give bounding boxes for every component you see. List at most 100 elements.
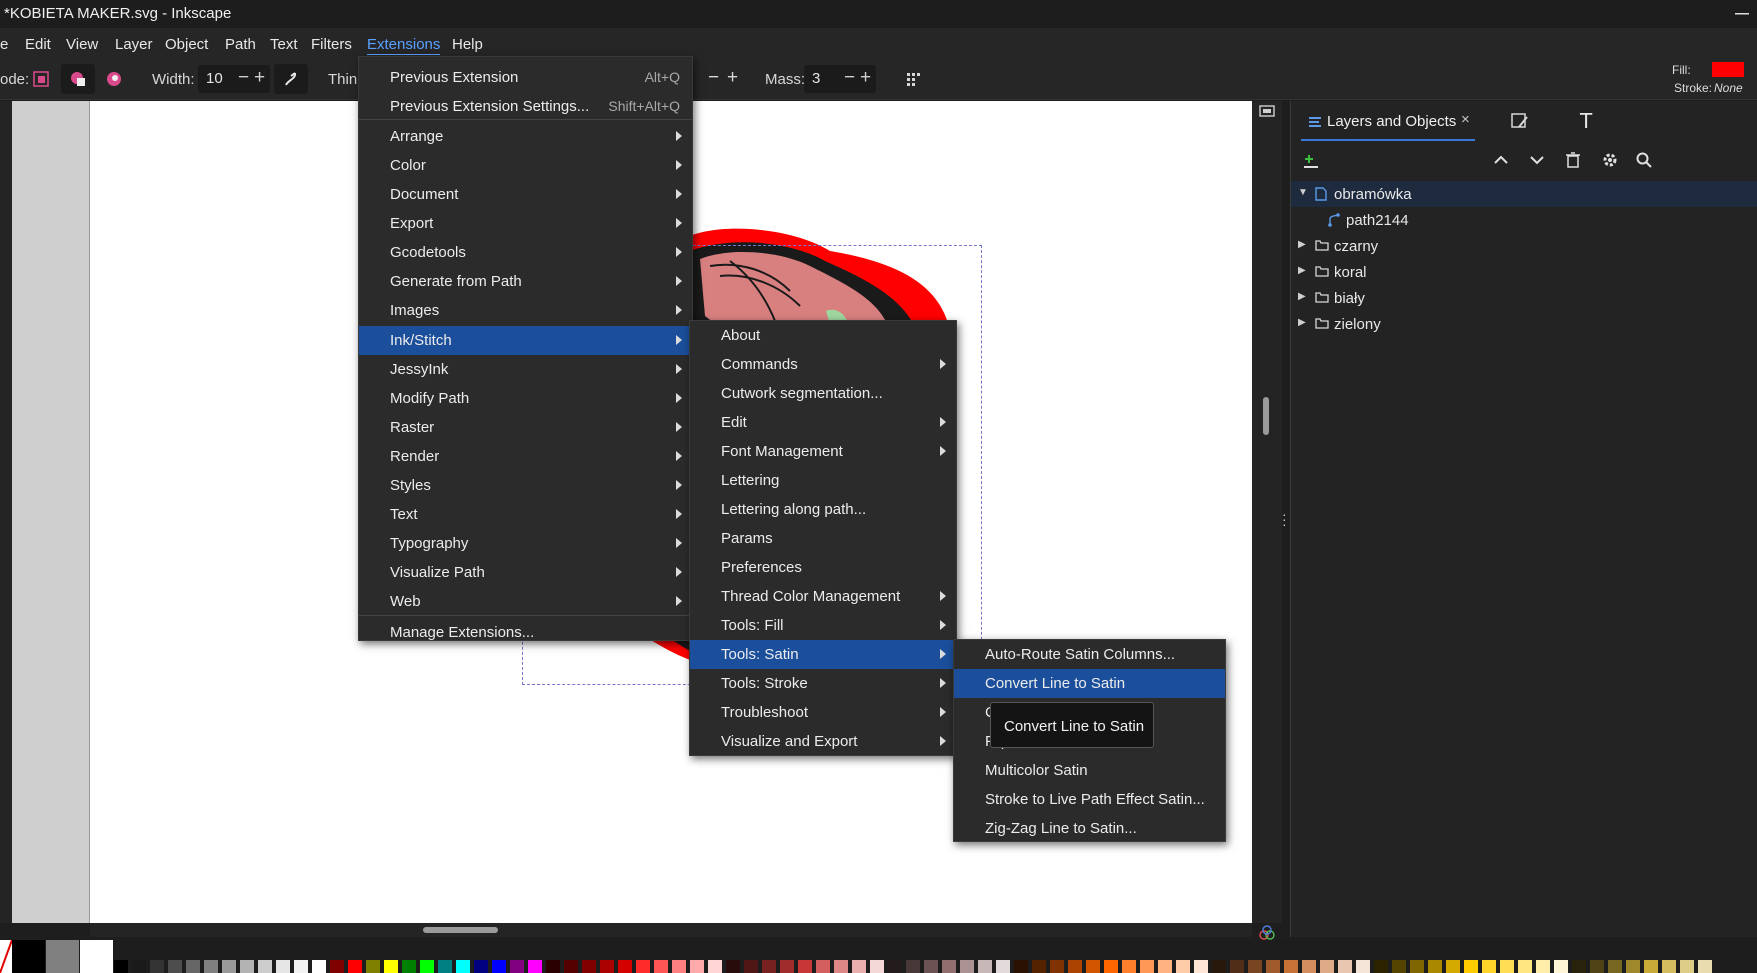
width-decrement[interactable]: − [238,67,249,89]
menu-path[interactable]: Path [225,36,256,53]
tremor-icon[interactable] [905,71,921,87]
palette-swatch[interactable] [888,960,902,973]
menu-item-arrange[interactable]: Arrange [359,122,692,151]
palette-swatch[interactable] [528,960,542,973]
palette-swatch[interactable] [1374,960,1388,973]
menu-item-multicolor-satin[interactable]: Multicolor Satin [954,756,1225,785]
palette-swatch[interactable] [510,960,524,973]
menu-item-stroke-to-live-path-effect-satin[interactable]: Stroke to Live Path Effect Satin... [954,785,1225,814]
palette-swatch[interactable] [942,960,956,973]
tree-row-czarny[interactable]: ▶ czarny [1291,233,1757,259]
palette-swatch[interactable] [798,960,812,973]
palette-swatch[interactable] [780,960,794,973]
display-mode-icon[interactable] [1259,105,1275,119]
menu-item-troubleshoot[interactable]: Troubleshoot [690,698,956,727]
palette-swatch[interactable] [1194,960,1208,973]
menu-file[interactable]: e [0,36,8,53]
menu-item-cutwork-segmentation[interactable]: Cutwork segmentation... [690,379,956,408]
palette-swatch[interactable] [1482,960,1496,973]
mode-union-button[interactable] [61,64,95,94]
tree-row-obramowka[interactable]: ▼ obramówka [1291,181,1757,207]
palette-swatch[interactable] [600,960,614,973]
thinning-increment[interactable]: + [727,67,738,89]
palette-swatch[interactable] [222,960,236,973]
menu-layer[interactable]: Layer [115,36,153,53]
mode-shape-icon[interactable] [33,71,49,87]
palette-swatch[interactable] [1158,960,1172,973]
menu-item-typography[interactable]: Typography [359,529,692,558]
pressure-toggle[interactable] [274,64,308,94]
width-spinbox[interactable]: 10 − + [198,65,270,93]
palette-swatch[interactable] [420,960,434,973]
menu-item-color[interactable]: Color [359,151,692,180]
width-increment[interactable]: + [254,67,265,89]
palette-swatch[interactable] [852,960,866,973]
expand-arrow-icon[interactable]: ▶ [1298,317,1306,328]
palette-swatch[interactable] [132,960,146,973]
palette-swatch[interactable] [402,960,416,973]
menu-item-about[interactable]: About [690,321,956,350]
menu-item-generate-from-path[interactable]: Generate from Path [359,267,692,296]
palette-swatch[interactable] [726,960,740,973]
palette-swatch[interactable] [564,960,578,973]
tree-row-path2144[interactable]: path2144 [1291,207,1757,233]
menu-item-lettering[interactable]: Lettering [690,466,956,495]
palette-swatch[interactable] [150,960,164,973]
palette-swatch[interactable] [1356,960,1370,973]
menu-item-commands[interactable]: Commands [690,350,956,379]
palette-swatch[interactable] [1104,960,1118,973]
menu-extensions[interactable]: Extensions [367,36,441,55]
menu-item-styles[interactable]: Styles [359,471,692,500]
palette-swatch[interactable] [1284,960,1298,973]
menu-object[interactable]: Object [165,36,208,53]
palette-swatch[interactable] [1230,960,1244,973]
expand-arrow-icon[interactable]: ▶ [1298,265,1306,276]
menu-item-export[interactable]: Export [359,209,692,238]
menu-item-images[interactable]: Images [359,296,692,325]
mode-difference-icon[interactable] [105,70,123,88]
menu-item-preferences[interactable]: Preferences [690,553,956,582]
thinning-decrement[interactable]: − [708,67,719,89]
menu-item-modify-path[interactable]: Modify Path [359,384,692,413]
palette-swatch[interactable] [816,960,830,973]
palette-swatch[interactable] [636,960,650,973]
palette-swatch[interactable] [1536,960,1550,973]
minimize-icon[interactable] [1735,13,1749,15]
expand-arrow-icon[interactable]: ▼ [1298,187,1308,198]
menu-item-jessyink[interactable]: JessyInk [359,355,692,384]
palette-swatch[interactable] [870,960,884,973]
horizontal-scrollbar[interactable] [90,923,1252,937]
menu-item-tools-satin[interactable]: Tools: Satin [690,640,956,669]
black-swatch[interactable] [12,940,45,973]
palette-swatch[interactable] [1410,960,1424,973]
expand-arrow-icon[interactable]: ▶ [1298,291,1306,302]
delete-icon[interactable] [1566,152,1580,168]
palette-swatch[interactable] [1698,960,1712,973]
menu-filters[interactable]: Filters [311,36,352,53]
white-swatch[interactable] [80,940,113,973]
palette-swatch[interactable] [1302,960,1316,973]
menu-item-text[interactable]: Text [359,500,692,529]
palette-swatch[interactable] [1428,960,1442,973]
menu-item-document[interactable]: Document [359,180,692,209]
palette-swatch[interactable] [492,960,506,973]
move-up-icon[interactable] [1494,155,1508,165]
menu-edit[interactable]: Edit [25,36,51,53]
palette-swatch[interactable] [978,960,992,973]
panel-handle-icon[interactable]: · · · [1282,507,1287,531]
menu-item-font-management[interactable]: Font Management [690,437,956,466]
menu-item-visualize-path[interactable]: Visualize Path [359,558,692,587]
palette-swatch[interactable] [1086,960,1100,973]
palette-swatch[interactable] [1122,960,1136,973]
menu-item-manage-extensions[interactable]: Manage Extensions... [359,618,692,647]
palette-swatch[interactable] [762,960,776,973]
palette-swatch[interactable] [1014,960,1028,973]
gray-swatch[interactable] [46,940,79,973]
palette-swatch[interactable] [1500,960,1514,973]
palette-swatch[interactable] [438,960,452,973]
palette-swatch[interactable] [672,960,686,973]
tab-layers-objects[interactable]: Layers and Objects × [1301,101,1475,141]
menu-item-previous-extension[interactable]: Previous Extension Alt+Q [359,63,692,92]
menu-item-params[interactable]: Params [690,524,956,553]
palette-swatch[interactable] [690,960,704,973]
